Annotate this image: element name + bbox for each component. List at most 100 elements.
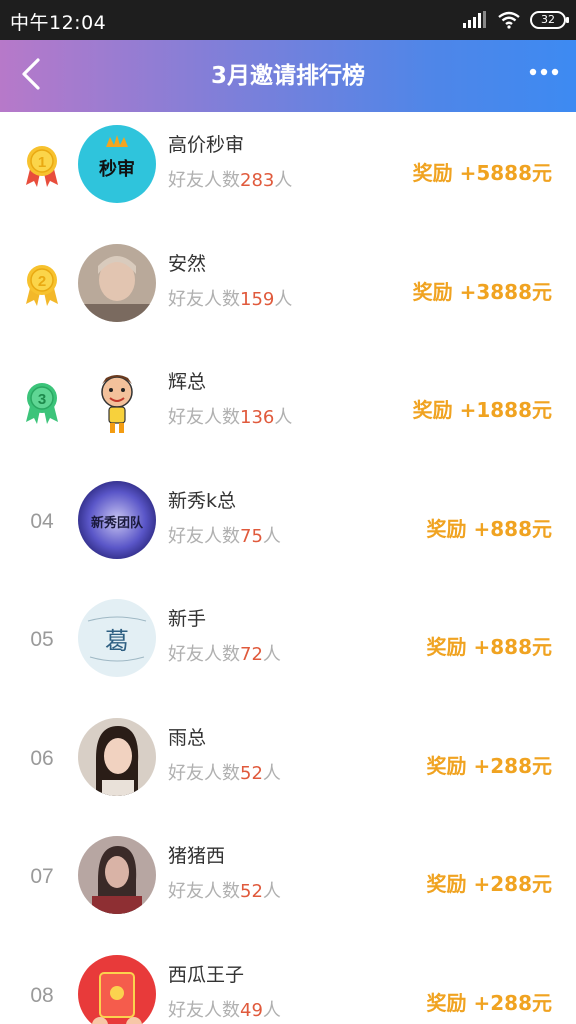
friend-count-unit: 人 — [274, 288, 293, 310]
friend-count-unit: 人 — [262, 525, 281, 547]
friend-count-value: 75 — [240, 525, 263, 547]
friend-count-unit: 人 — [262, 644, 281, 665]
list-item[interactable]: 06 雨总 好友人数52人 奖励 +288元 — [0, 705, 576, 824]
avatar-text: 葛 — [105, 627, 129, 655]
ranking-list: 1 秒审 高价秒审 好友人数283人 奖励 +5888元 2 安然 好友人数15… — [0, 112, 576, 1024]
avatar — [78, 954, 156, 1024]
gold-medal-icon: 2 — [26, 264, 58, 306]
user-name: 新手 — [168, 608, 207, 630]
status-icons: 32 — [462, 8, 569, 32]
friend-count-label: 好友人数 — [168, 288, 240, 310]
avatar-image: 秒审 — [78, 125, 156, 203]
list-item[interactable]: 07 猪猪西 好友人数52人 奖励 +288元 — [0, 823, 576, 942]
friend-count: 好友人数49人 — [168, 996, 281, 1022]
gold-medal-icon: 1 — [26, 146, 58, 187]
avatar — [78, 243, 156, 322]
avatar — [78, 836, 156, 914]
user-name: 新秀k总 — [168, 489, 237, 512]
reward-amount: 奖励 +888元 — [426, 516, 552, 541]
green-medal-icon: 3 — [26, 383, 58, 424]
friend-count-value: 283 — [240, 170, 275, 191]
rank-number: 3 — [38, 391, 46, 408]
reward-amount: 奖励 +288元 — [426, 990, 552, 1015]
avatar-image: 葛 — [78, 599, 156, 677]
rank-number: 1 — [38, 154, 46, 171]
more-button[interactable] — [526, 58, 562, 94]
avatar — [78, 717, 156, 796]
friend-count-unit: 人 — [274, 407, 293, 428]
list-item[interactable]: 04 新秀团队 新秀k总 好友人数75人 奖励 +888元 — [0, 468, 576, 587]
friend-count-value: 52 — [240, 762, 263, 784]
avatar: 秒审 — [78, 125, 156, 203]
friend-count: 好友人数72人 — [168, 640, 281, 666]
user-name: 西瓜王子 — [168, 963, 245, 986]
friend-count-value: 72 — [240, 644, 263, 665]
rank-medal: 2 — [16, 253, 68, 317]
friend-count-label: 好友人数 — [168, 999, 240, 1021]
avatar: 新秀团队 — [78, 480, 156, 559]
user-name: 猪猪西 — [168, 845, 226, 867]
friend-count-label: 好友人数 — [168, 407, 240, 428]
rank-number: 05 — [30, 628, 54, 651]
status-bar: 中午12:04 32 — [0, 0, 576, 40]
avatar-text: 新秀团队 — [91, 515, 144, 531]
friend-count: 好友人数52人 — [168, 759, 281, 785]
friend-count: 好友人数136人 — [168, 403, 292, 429]
friend-count-value: 159 — [240, 288, 275, 310]
friend-count: 好友人数75人 — [168, 522, 281, 548]
rank-number-box: 05 — [16, 608, 68, 672]
avatar-image — [78, 954, 156, 1024]
header-bar: 3月邀请排行榜 — [0, 40, 576, 112]
rank-medal: 1 — [16, 134, 68, 198]
rank-number-box: 07 — [16, 845, 68, 909]
reward-amount: 奖励 +3888元 — [412, 279, 552, 304]
reward-amount: 奖励 +288元 — [426, 753, 552, 778]
friend-count: 好友人数283人 — [168, 166, 292, 192]
reward-amount: 奖励 +888元 — [426, 635, 552, 659]
back-button[interactable] — [12, 54, 52, 98]
friend-count-unit: 人 — [274, 170, 293, 191]
status-time: 中午12:04 — [10, 12, 107, 34]
friend-count: 好友人数159人 — [168, 285, 292, 311]
wifi-icon — [498, 11, 520, 29]
rank-number: 06 — [30, 746, 54, 770]
friend-count-label: 好友人数 — [168, 170, 240, 191]
list-item[interactable]: 05 葛 新手 好友人数72人 奖励 +888元 — [0, 586, 576, 705]
avatar-image — [78, 717, 156, 796]
list-item[interactable]: 3 辉总 好友人数136人 奖励 +1888元 — [0, 349, 576, 468]
rank-number-box: 08 — [16, 964, 68, 1024]
friend-count-label: 好友人数 — [168, 644, 240, 665]
avatar-image: 新秀团队 — [78, 480, 156, 559]
avatar-image — [78, 836, 156, 914]
avatar-image — [78, 243, 156, 322]
rank-number: 07 — [30, 865, 54, 888]
rank-number: 2 — [38, 273, 46, 290]
rank-number: 08 — [30, 983, 54, 1007]
list-item[interactable]: 2 安然 好友人数159人 奖励 +3888元 — [0, 231, 576, 350]
back-arrow-icon — [22, 58, 40, 90]
user-name: 辉总 — [168, 371, 207, 393]
avatar — [78, 362, 156, 440]
avatar: 葛 — [78, 599, 156, 677]
user-name: 安然 — [168, 252, 207, 275]
more-dots-icon — [529, 68, 559, 76]
signal-icon — [463, 11, 486, 28]
friend-count-unit: 人 — [262, 762, 281, 784]
list-item[interactable]: 08 西瓜王子 好友人数49人 奖励 +288元 — [0, 942, 576, 1024]
battery-level: 32 — [541, 13, 555, 26]
user-name: 高价秒审 — [168, 134, 245, 156]
friend-count-label: 好友人数 — [168, 762, 240, 784]
reward-amount: 奖励 +5888元 — [412, 161, 552, 185]
friend-count-value: 52 — [240, 881, 263, 902]
friend-count-value: 136 — [240, 407, 275, 428]
friend-count-unit: 人 — [262, 999, 281, 1021]
rank-number-box: 06 — [16, 727, 68, 791]
page-title: 3月邀请排行榜 — [210, 63, 365, 89]
friend-count-label: 好友人数 — [168, 525, 240, 547]
user-name: 雨总 — [168, 726, 207, 749]
friend-count-value: 49 — [240, 999, 263, 1021]
list-item[interactable]: 1 秒审 高价秒审 好友人数283人 奖励 +5888元 — [0, 112, 576, 231]
battery-icon: 32 — [530, 11, 569, 29]
rank-number-box: 04 — [16, 490, 68, 554]
friend-count-unit: 人 — [262, 881, 281, 902]
